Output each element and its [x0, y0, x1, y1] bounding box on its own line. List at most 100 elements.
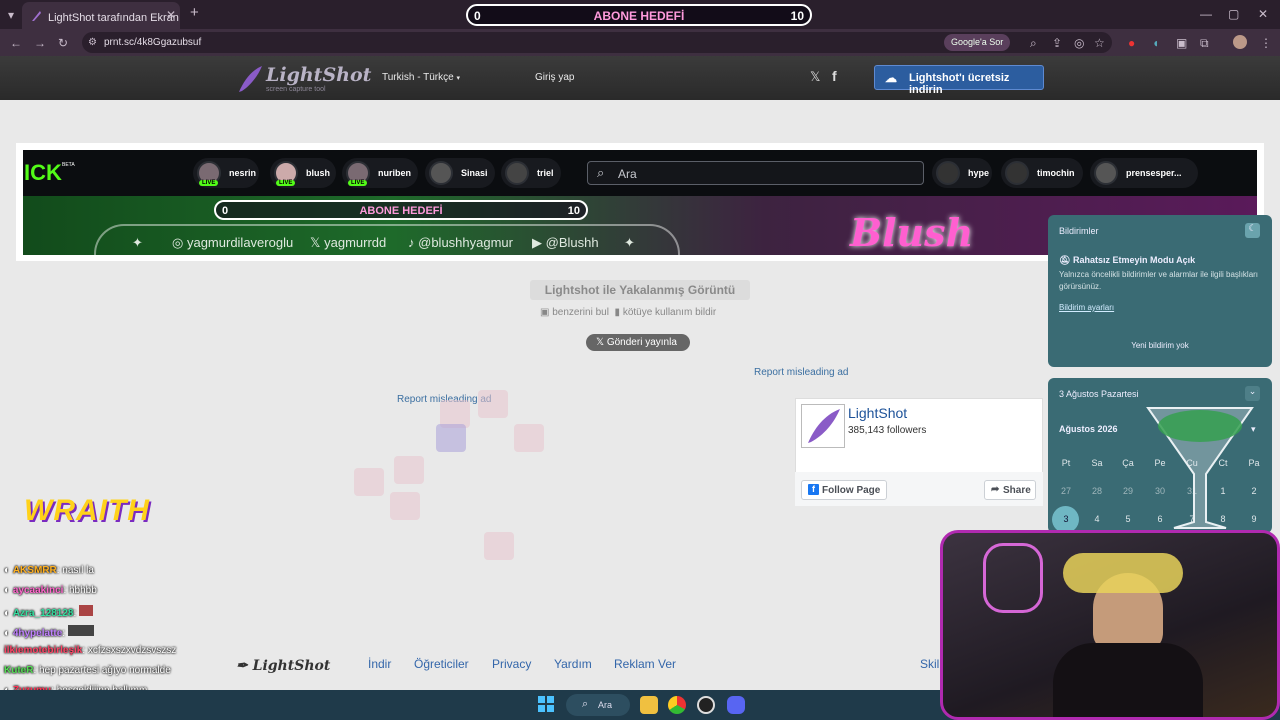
- zoom-icon[interactable]: ⌕: [1030, 36, 1037, 50]
- discord-icon[interactable]: [727, 696, 745, 714]
- follow-label: Follow Page: [822, 485, 881, 496]
- avatar: [505, 161, 529, 185]
- facebook-icon: f: [808, 484, 819, 495]
- chat-text: :: [73, 608, 77, 619]
- calendar-day-today[interactable]: 3: [1054, 514, 1078, 524]
- footer-link-advertise[interactable]: Reklam Ver: [614, 657, 676, 671]
- user-name: nesrin: [229, 168, 257, 178]
- browser-tab[interactable]: LightShot tarafından Ekran Görüntüsü: [22, 2, 180, 29]
- calendar-day[interactable]: 4: [1085, 514, 1109, 524]
- extension-box-icon[interactable]: ▣: [1176, 36, 1187, 50]
- flag-icon: ▮: [614, 307, 621, 318]
- tiktok-handle: @blushhyagmur: [418, 235, 513, 250]
- instagram-handle: yagmurdilaveroglu: [186, 235, 294, 250]
- user-name: hype: [968, 168, 990, 178]
- kick-user-hype[interactable]: hype: [932, 158, 992, 188]
- window-close-icon[interactable]: ✕: [1258, 7, 1268, 21]
- chat-badge-icon: ◐: [4, 608, 11, 619]
- notification-settings-link[interactable]: Bildirim ayarları: [1059, 303, 1114, 312]
- site-info-icon[interactable]: ⚙: [88, 36, 97, 50]
- chat-badge-icon: ◐: [4, 585, 11, 596]
- profile-avatar[interactable]: [1233, 35, 1247, 49]
- extension-red-icon[interactable]: ●: [1128, 36, 1135, 50]
- tab-close-icon[interactable]: ✕: [166, 8, 176, 22]
- lightshot-logo[interactable]: LightShot screen capture tool: [236, 62, 371, 96]
- gift-emote-icon: [514, 424, 544, 452]
- chat-message: ilkiemotebirleşik: xcfzsxszxvdzsvszsz: [4, 645, 176, 656]
- file-explorer-icon[interactable]: [640, 696, 658, 714]
- collapse-chevron-icon[interactable]: ⌄: [1245, 386, 1260, 401]
- facebook-page-name[interactable]: LightShot: [848, 405, 907, 421]
- dnd-toggle-icon[interactable]: ☾: [1245, 223, 1260, 238]
- browser-menu-icon[interactable]: ⋮: [1260, 36, 1272, 50]
- goal-label: ABONE HEDEFİ: [359, 205, 443, 217]
- taskbar-search[interactable]: ⌕ Ara: [566, 694, 630, 716]
- kick-user-sinasi[interactable]: Sinasi: [425, 158, 495, 188]
- url-text: prnt.sc/4k8Ggazubsuf: [104, 37, 202, 48]
- kick-user-nuriben[interactable]: LIVE nuriben: [342, 158, 418, 188]
- kick-user-nesrin[interactable]: LIVE nesrin: [193, 158, 259, 188]
- facebook-page-thumbnail[interactable]: [801, 404, 845, 448]
- goal-label: ABONE HEDEFİ: [593, 9, 685, 23]
- footer-link-privacy[interactable]: Privacy: [492, 657, 531, 671]
- facebook-icon[interactable]: f: [832, 68, 837, 84]
- obs-icon[interactable]: [697, 696, 715, 714]
- google-ask-chip[interactable]: Google'a Sor: [944, 34, 1011, 51]
- no-notifications-text: Yeni bildirim yok: [1131, 341, 1189, 350]
- chat-user: KuteR: [4, 665, 34, 676]
- download-cloud-icon: ☁: [885, 71, 897, 85]
- share-page-icon[interactable]: ⇪: [1052, 36, 1062, 50]
- kick-user-timochin[interactable]: timochin: [1001, 158, 1083, 188]
- forward-icon[interactable]: →: [34, 36, 46, 50]
- report-abuse-link[interactable]: kötüye kullanım bildir: [623, 307, 716, 318]
- chevron-down-icon: ▾: [456, 75, 460, 82]
- calendar-day[interactable]: 5: [1116, 514, 1140, 524]
- tweet-button[interactable]: 𝕏 Gönderi yayınla: [586, 334, 690, 351]
- footer-link-help[interactable]: Yardım: [554, 657, 592, 671]
- bookmark-star-icon[interactable]: ☆: [1094, 36, 1105, 50]
- tab-list-icon[interactable]: ▾: [8, 8, 14, 22]
- eye-off-icon[interactable]: ◎: [1074, 36, 1084, 50]
- share-button[interactable]: ➦ Share: [984, 480, 1036, 500]
- avatar: [429, 161, 453, 185]
- logo-subtitle: screen capture tool: [266, 86, 326, 93]
- minimize-icon[interactable]: —: [1200, 7, 1212, 21]
- follow-page-button[interactable]: f Follow Page: [801, 480, 887, 500]
- calendar-day[interactable]: 27: [1054, 486, 1078, 496]
- extension-audio-icon[interactable]: ◖: [1152, 36, 1159, 50]
- calendar-day[interactable]: 29: [1116, 486, 1140, 496]
- back-icon[interactable]: ←: [10, 36, 22, 50]
- extensions-puzzle-icon[interactable]: ⧉: [1200, 36, 1209, 50]
- footer-link-download[interactable]: İndir: [368, 657, 391, 671]
- logo-title: LightShot: [266, 64, 372, 86]
- avatar: [936, 161, 960, 185]
- youtube-icon: ▶: [532, 235, 542, 250]
- user-name: nuriben: [378, 168, 411, 178]
- sparkle-icon: ✦: [132, 235, 143, 250]
- kick-search-input[interactable]: ⌕ Ara: [587, 161, 924, 185]
- calendar-day[interactable]: 28: [1085, 486, 1109, 496]
- reload-icon[interactable]: ↻: [58, 36, 68, 50]
- user-name: timochin: [1037, 168, 1075, 178]
- language-select[interactable]: Turkish - Türkçe ▾: [382, 72, 460, 83]
- maximize-icon[interactable]: ▢: [1228, 7, 1239, 21]
- kick-user-blush[interactable]: LIVE blush: [270, 158, 336, 188]
- footer-logo[interactable]: ✒ LightShot: [236, 658, 330, 674]
- windows-start-icon[interactable]: [538, 696, 554, 712]
- login-link[interactable]: Giriş yap: [535, 72, 574, 83]
- chat-message: KuteR: hep pazartesi ağıyo normalde: [4, 665, 171, 676]
- kick-user-prensesper[interactable]: prensesper...: [1090, 158, 1198, 188]
- report-ad-link[interactable]: Report misleading ad: [754, 367, 849, 378]
- download-button[interactable]: ☁ Lightshot'ı ücretsiz indirin: [874, 65, 1044, 96]
- tab-title: LightShot tarafından Ekran Görüntüsü: [48, 12, 180, 24]
- search-icon: ⌕: [597, 165, 605, 180]
- footer-link-tutorials[interactable]: Öğreticiler: [414, 657, 469, 671]
- chrome-icon[interactable]: [668, 696, 686, 714]
- new-tab-icon[interactable]: +: [190, 5, 199, 20]
- footer-link-cut[interactable]: Skil: [920, 657, 939, 671]
- sparkle-icon: ✦: [624, 235, 635, 250]
- twitter-icon[interactable]: 𝕏: [810, 69, 820, 85]
- kick-user-triel[interactable]: triel: [501, 158, 561, 188]
- google-ask-label: Google'a Sor: [951, 37, 1004, 47]
- find-similar-link[interactable]: benzerini bul: [552, 307, 609, 318]
